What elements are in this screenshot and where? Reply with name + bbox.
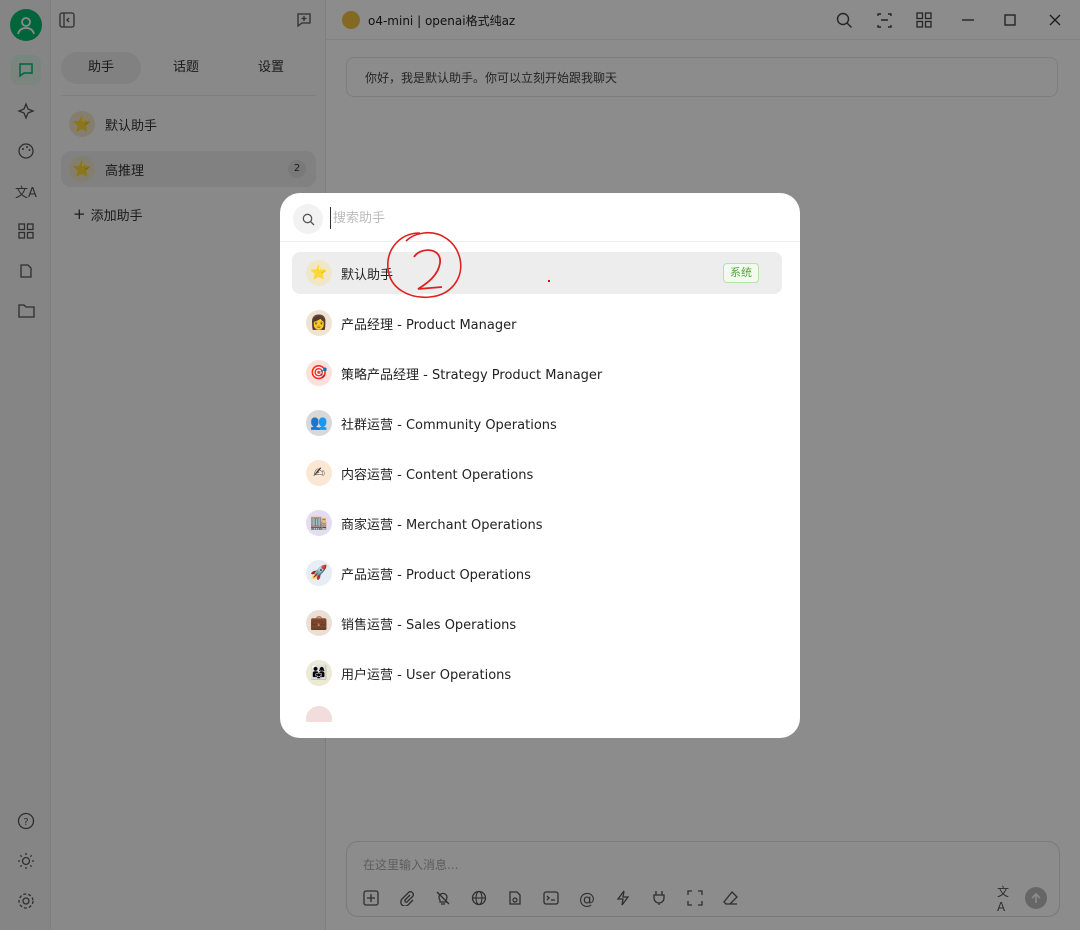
list-item[interactable]: 🚀 产品运营 - Product Operations [292,552,782,594]
avatar-icon [306,706,332,722]
briefcase-icon: 💼 [306,610,332,636]
assistant-search-modal: ⭐ 默认助手 系统 👩 产品经理 - Product Manager 🎯 策略产… [280,193,800,738]
search-bar [280,193,800,242]
assistant-name: 社群运营 - Community Operations [341,417,557,433]
assistant-name: 用户运营 - User Operations [341,667,512,683]
list-item[interactable]: 🏬 商家运营 - Merchant Operations [292,502,782,544]
rocket-icon: 🚀 [306,560,332,586]
list-item[interactable]: 👥 社群运营 - Community Operations [292,402,782,444]
search-input[interactable] [330,207,770,229]
list-item[interactable]: 🎯 策略产品经理 - Strategy Product Manager [292,352,782,394]
list-item[interactable]: 👨‍👩‍👧 用户运营 - User Operations [292,652,782,694]
search-icon [293,204,323,234]
list-item[interactable]: ⭐ 默认助手 系统 [292,252,782,294]
list-item[interactable]: ✍ 内容运营 - Content Operations [292,452,782,494]
target-icon: 🎯 [306,360,332,386]
assistant-name: 商家运营 - Merchant Operations [341,517,543,533]
system-badge: 系统 [723,263,759,283]
assistant-name: 内容运营 - Content Operations [341,467,534,483]
pencil-icon: ✍ [306,460,332,486]
assistant-name: 产品运营 - Product Operations [341,567,531,583]
list-item[interactable]: 💼 销售运营 - Sales Operations [292,602,782,644]
assistant-name: 策略产品经理 - Strategy Product Manager [341,367,603,383]
users-icon: 👨‍👩‍👧 [306,660,332,686]
assistant-name: 产品经理 - Product Manager [341,317,517,333]
star-icon: ⭐ [306,260,332,286]
annotation-circle-mark [387,232,462,298]
store-icon: 🏬 [306,510,332,536]
assistant-name: 销售运营 - Sales Operations [341,617,517,633]
annotation-dot [548,280,550,282]
list-item-partial [292,702,782,722]
list-item[interactable]: 👩 产品经理 - Product Manager [292,302,782,344]
group-icon: 👥 [306,410,332,436]
person-icon: 👩 [306,310,332,336]
